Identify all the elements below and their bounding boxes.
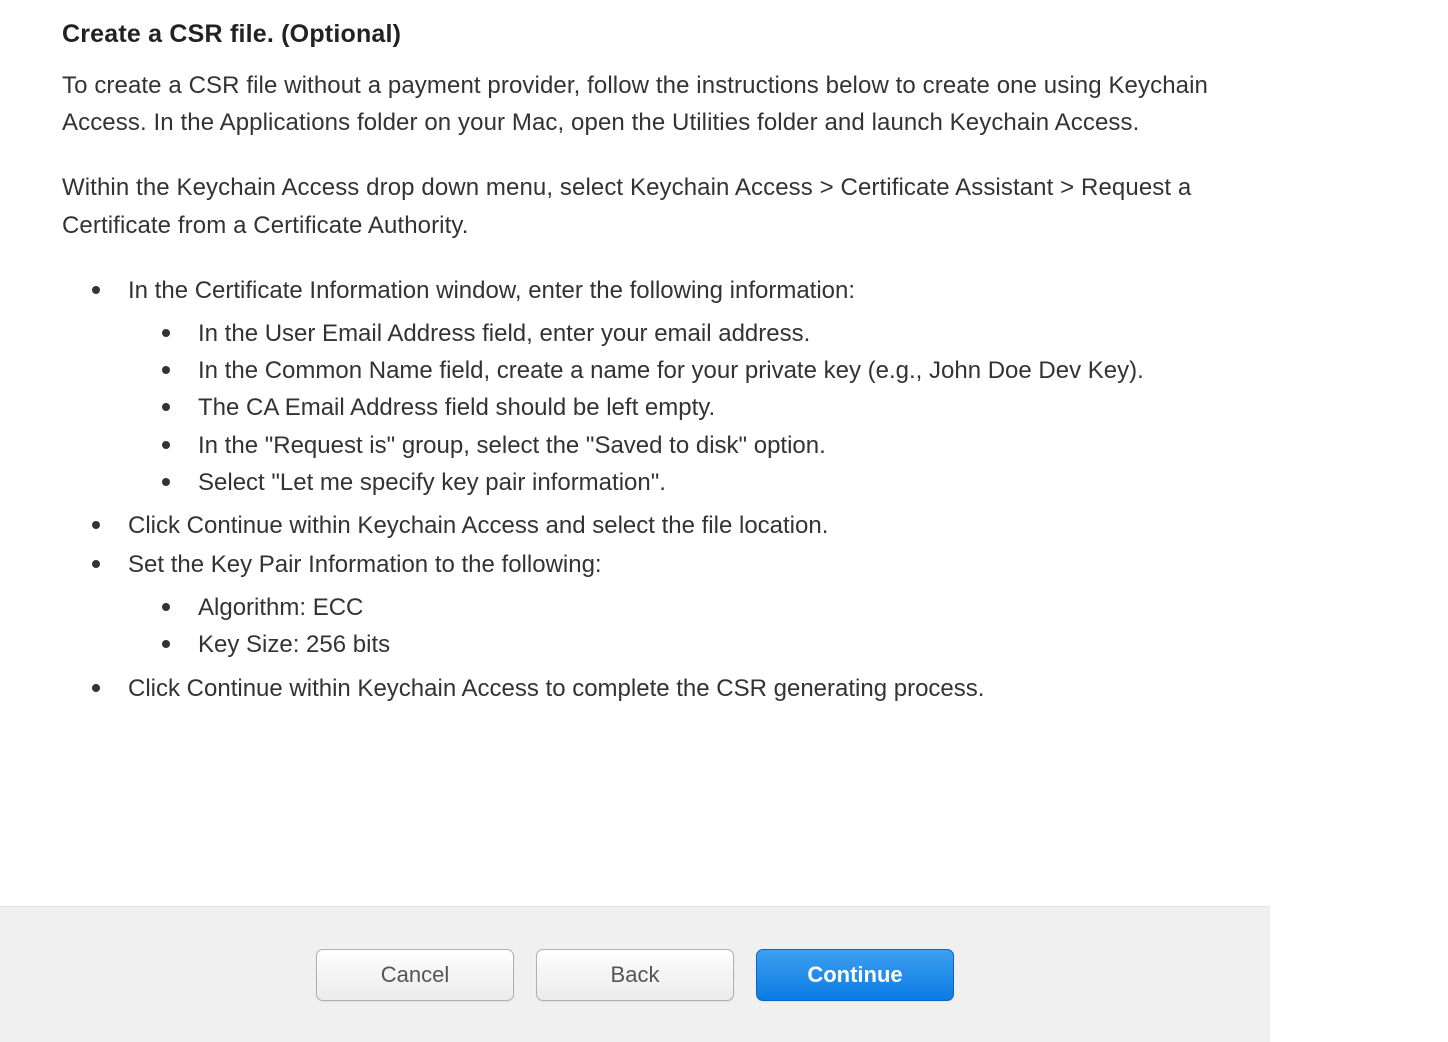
list-item: Key Size: 256 bits: [162, 626, 1260, 663]
list-item: Click Continue within Keychain Access to…: [92, 670, 1260, 707]
intro-paragraph-2: Within the Keychain Access drop down men…: [62, 169, 1260, 243]
continue-button[interactable]: Continue: [756, 949, 954, 1001]
list-item: In the Certificate Information window, e…: [92, 272, 1260, 501]
back-button[interactable]: Back: [536, 949, 734, 1001]
footer-button-bar: Cancel Back Continue: [0, 906, 1270, 1042]
list-item: The CA Email Address field should be lef…: [162, 389, 1260, 426]
cancel-button[interactable]: Cancel: [316, 949, 514, 1001]
list-item: In the "Request is" group, select the "S…: [162, 427, 1260, 464]
intro-paragraph-1: To create a CSR file without a payment p…: [62, 67, 1260, 141]
section-heading: Create a CSR file. (Optional): [62, 20, 1260, 49]
list-item: Set the Key Pair Information to the foll…: [92, 546, 1260, 664]
list-item-text: Set the Key Pair Information to the foll…: [128, 551, 602, 578]
list-item: Click Continue within Keychain Access an…: [92, 507, 1260, 544]
list-item: Algorithm: ECC: [162, 589, 1260, 626]
list-item-text: In the Certificate Information window, e…: [128, 277, 855, 304]
sub-list: In the User Email Address field, enter y…: [128, 315, 1260, 501]
list-item: In the Common Name field, create a name …: [162, 352, 1260, 389]
list-item: Select "Let me specify key pair informat…: [162, 464, 1260, 501]
instructions-list: In the Certificate Information window, e…: [62, 272, 1260, 707]
list-item: In the User Email Address field, enter y…: [162, 315, 1260, 352]
sub-list: Algorithm: ECC Key Size: 256 bits: [128, 589, 1260, 663]
